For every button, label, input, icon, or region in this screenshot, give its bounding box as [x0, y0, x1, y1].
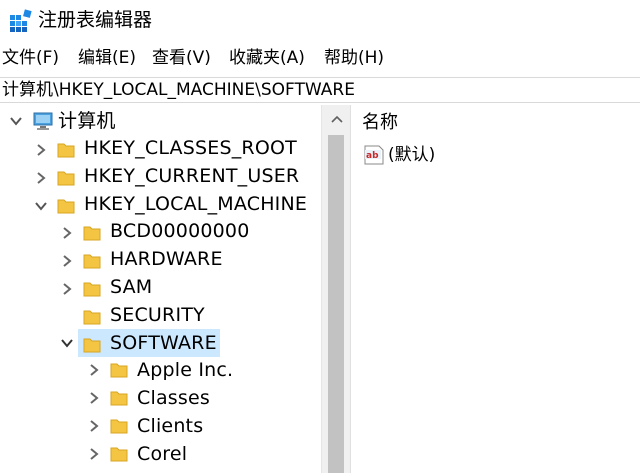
tree-item-sam[interactable]: SAM — [110, 274, 152, 300]
folder-icon — [83, 338, 101, 353]
svg-text:ab: ab — [366, 151, 379, 161]
tree-item-bcd[interactable]: BCD00000000 — [110, 218, 250, 244]
caret-up-icon — [330, 115, 343, 123]
tree-item-corel[interactable]: Corel — [137, 441, 187, 467]
chevron-right-icon[interactable] — [87, 419, 101, 433]
folder-icon — [83, 254, 101, 269]
chevron-right-icon[interactable] — [87, 447, 101, 461]
folder-icon — [110, 419, 128, 434]
values-pane[interactable]: 名称 ab (默认) — [356, 105, 640, 473]
string-value-icon: ab — [364, 145, 384, 165]
tree-item-hkey-current-user[interactable]: HKEY_CURRENT_USER — [84, 163, 299, 189]
tree-item-apple-inc[interactable]: Apple Inc. — [137, 357, 233, 383]
folder-icon — [83, 226, 101, 241]
folder-icon — [57, 143, 75, 158]
menu-favorites[interactable]: 收藏夹(A) — [229, 46, 305, 70]
address-path[interactable]: 计算机\HKEY_LOCAL_MACHINE\SOFTWARE — [2, 79, 355, 102]
computer-icon — [33, 112, 53, 130]
folder-icon — [57, 171, 75, 186]
menu-file[interactable]: 文件(F) — [2, 46, 59, 70]
key-tree-pane[interactable]: 计算机 HKEY_CLASSES_ROOT HKEY_CURRENT_USER … — [0, 105, 350, 473]
chevron-right-icon[interactable] — [60, 282, 74, 296]
scroll-up-button[interactable] — [322, 105, 351, 133]
tree-item-security[interactable]: SECURITY — [110, 302, 205, 328]
menu-bar: 文件(F) 编辑(E) 查看(V) 收藏夹(A) 帮助(H) — [0, 44, 640, 72]
value-name-default[interactable]: (默认) — [388, 143, 435, 167]
folder-icon — [57, 199, 75, 214]
scroll-thumb[interactable] — [328, 135, 344, 473]
tree-scrollbar[interactable] — [321, 105, 350, 473]
folder-icon — [110, 391, 128, 406]
tree-item-clients[interactable]: Clients — [137, 413, 203, 439]
folder-icon — [110, 363, 128, 378]
window-title: 注册表编辑器 — [38, 9, 153, 31]
title-bar: 注册表编辑器 — [0, 0, 640, 40]
menu-view[interactable]: 查看(V) — [152, 46, 211, 70]
menu-edit[interactable]: 编辑(E) — [78, 46, 136, 70]
chevron-right-icon[interactable] — [34, 171, 48, 185]
tree-item-computer[interactable]: 计算机 — [58, 108, 116, 134]
tree-item-classes[interactable]: Classes — [137, 385, 210, 411]
chevron-right-icon[interactable] — [60, 254, 74, 268]
folder-icon — [83, 282, 101, 297]
menu-help[interactable]: 帮助(H) — [324, 46, 384, 70]
chevron-right-icon[interactable] — [60, 226, 74, 240]
chevron-right-icon[interactable] — [87, 391, 101, 405]
registry-editor-icon — [10, 9, 32, 32]
tree-item-hardware[interactable]: HARDWARE — [110, 246, 223, 272]
chevron-right-icon[interactable] — [34, 143, 48, 157]
value-row[interactable]: ab (默认) — [362, 141, 435, 169]
column-header-name[interactable]: 名称 — [362, 111, 398, 135]
folder-icon — [110, 447, 128, 462]
tree-item-hkey-local-machine[interactable]: HKEY_LOCAL_MACHINE — [84, 191, 307, 217]
tree-item-hkey-classes-root[interactable]: HKEY_CLASSES_ROOT — [84, 135, 297, 161]
folder-icon — [83, 310, 101, 325]
chevron-down-icon[interactable] — [9, 114, 23, 128]
chevron-right-icon[interactable] — [87, 363, 101, 377]
chevron-down-icon[interactable] — [34, 199, 48, 213]
address-bar[interactable]: 计算机\HKEY_LOCAL_MACHINE\SOFTWARE — [0, 77, 640, 103]
chevron-down-icon[interactable] — [60, 336, 74, 350]
tree-item-software[interactable]: SOFTWARE — [110, 330, 217, 356]
